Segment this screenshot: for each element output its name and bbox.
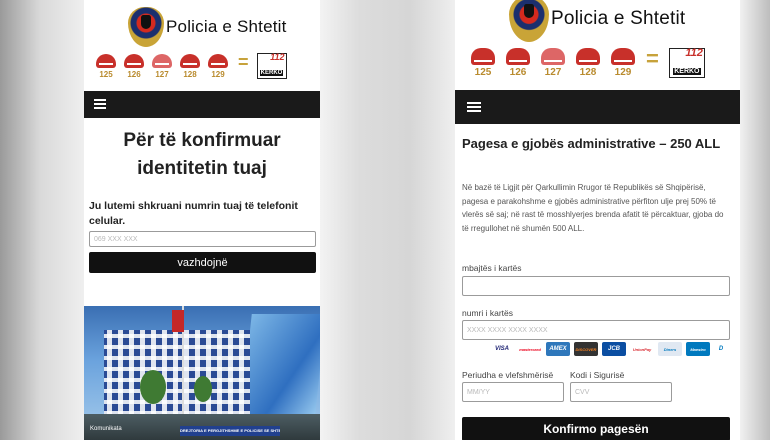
service-fire: 128 <box>180 54 200 79</box>
card-number-input[interactable] <box>462 320 730 340</box>
police-brand[interactable]: Policia e Shtetit <box>128 7 287 47</box>
emergency-services-row: 125 126 127 128 129 = 112 KËRKO <box>96 52 287 79</box>
cardholder-input[interactable] <box>462 276 730 296</box>
police-emblem-icon <box>509 0 549 42</box>
police-emblem-icon <box>128 7 164 47</box>
service-number: 125 <box>474 67 492 78</box>
unionpay-logo-icon: UnionPay <box>630 342 654 356</box>
service-traffic: 126 <box>124 54 144 79</box>
service-number: 129 <box>614 67 632 78</box>
police-cap-icon <box>96 54 116 68</box>
service-number: 127 <box>155 70 169 79</box>
main-building <box>104 330 250 420</box>
navbar <box>84 91 320 118</box>
equals-sign: = <box>238 52 249 72</box>
photo-caption: Komunikata <box>90 426 122 432</box>
visa-logo-icon: VISA <box>490 342 514 356</box>
service-medical: 127 <box>541 48 565 78</box>
jcb-logo-icon: JCB <box>602 342 626 356</box>
phone-instruction: Ju lutemi shkruani numrin tuaj të telefo… <box>89 200 298 227</box>
traffic-icon <box>124 54 144 68</box>
card-brand-logos: VISA mastercard AMEX DISCOVER JCB UnionP… <box>490 342 728 356</box>
kerko-number: 112 <box>685 47 703 59</box>
traffic-icon <box>506 48 530 65</box>
medic-icon <box>152 54 172 68</box>
service-number: 127 <box>544 67 562 78</box>
cardholder-label: mbajtës i kartës <box>462 263 522 273</box>
amex-logo-icon: AMEX <box>546 342 570 356</box>
kerko-label: KËRKO <box>673 68 701 75</box>
police-brand[interactable]: Policia e Shtetit <box>509 0 685 42</box>
service-medical: 127 <box>152 54 172 79</box>
firefighter-icon <box>180 54 200 68</box>
payment-title: Pagesa e gjobës administrative – 250 ALL <box>462 136 721 151</box>
diners-logo-icon: Diners <box>658 342 682 356</box>
service-number: 128 <box>183 70 197 79</box>
card-number-label: numri i kartës <box>462 308 514 318</box>
discover-logo-icon: DISCOVER <box>574 342 598 356</box>
kerko-112-logo: 112 KËRKO <box>256 52 287 79</box>
continue-button[interactable]: vazhdojnë <box>89 252 316 273</box>
kerko-112-logo: 112 KËRKO <box>668 47 705 78</box>
service-fire: 128 <box>576 48 600 78</box>
service-number: 128 <box>579 67 597 78</box>
cvv-label: Kodi i Sigurisë <box>570 370 625 380</box>
glass-building <box>240 314 320 424</box>
medic-icon <box>541 48 565 65</box>
cap-icon <box>208 54 228 68</box>
service-emergency: 129 <box>208 54 228 79</box>
service-number: 129 <box>211 70 225 79</box>
brand-title: Policia e Shtetit <box>551 8 686 29</box>
cap-icon <box>611 48 635 65</box>
maestro-logo-icon: Maestro <box>686 342 710 356</box>
emergency-services-row: 125 126 127 128 129 = 112 KËRKO <box>471 46 705 78</box>
kerko-number: 112 <box>270 52 285 62</box>
firefighter-icon <box>576 48 600 65</box>
cvv-input[interactable] <box>570 382 672 402</box>
expiry-label: Periudha e vlefshmërisë <box>462 370 554 380</box>
flag <box>172 310 184 332</box>
hamburger-menu-icon[interactable] <box>94 99 106 109</box>
service-number: 126 <box>127 70 141 79</box>
police-cap-icon <box>471 48 495 65</box>
service-emergency: 129 <box>611 48 635 78</box>
hamburger-menu-icon[interactable] <box>467 102 481 112</box>
expiry-input[interactable] <box>462 382 564 402</box>
right-phone-screen: Policia e Shtetit 125 126 127 128 129 = … <box>455 0 740 440</box>
left-phone-screen: Policia e Shtetit 125 126 127 128 129 = … <box>84 0 320 440</box>
page-heading: Për të konfirmuar identitetin tuaj <box>84 127 320 183</box>
navbar <box>455 90 740 124</box>
service-traffic: 126 <box>506 48 530 78</box>
brand-title: Policia e Shtetit <box>166 17 287 36</box>
police-building-photo: Komunikata DREJTORIA E PERGJITHSHME E PO… <box>84 306 320 440</box>
payment-description: Në bazë të Ligjit për Qarkullimin Rrugor… <box>462 183 724 233</box>
mastercard-logo-icon: mastercard <box>518 342 542 356</box>
building-sign: DREJTORIA E PERGJITHSHME E POLICISE SE S… <box>180 426 280 436</box>
service-police: 125 <box>471 48 495 78</box>
kerko-label: KËRKO <box>259 70 284 76</box>
service-number: 125 <box>99 70 113 79</box>
service-police: 125 <box>96 54 116 79</box>
card-logo-icon: D <box>714 342 728 356</box>
equals-sign: = <box>646 46 659 71</box>
phone-number-input[interactable] <box>89 231 316 247</box>
confirm-payment-button[interactable]: Konfirmo pagesën <box>462 417 730 440</box>
tree <box>194 376 212 402</box>
service-number: 126 <box>509 67 527 78</box>
tree <box>140 370 166 404</box>
heading-line-2: identitetin tuaj <box>137 158 267 179</box>
heading-line-1: Për të konfirmuar <box>123 130 281 151</box>
